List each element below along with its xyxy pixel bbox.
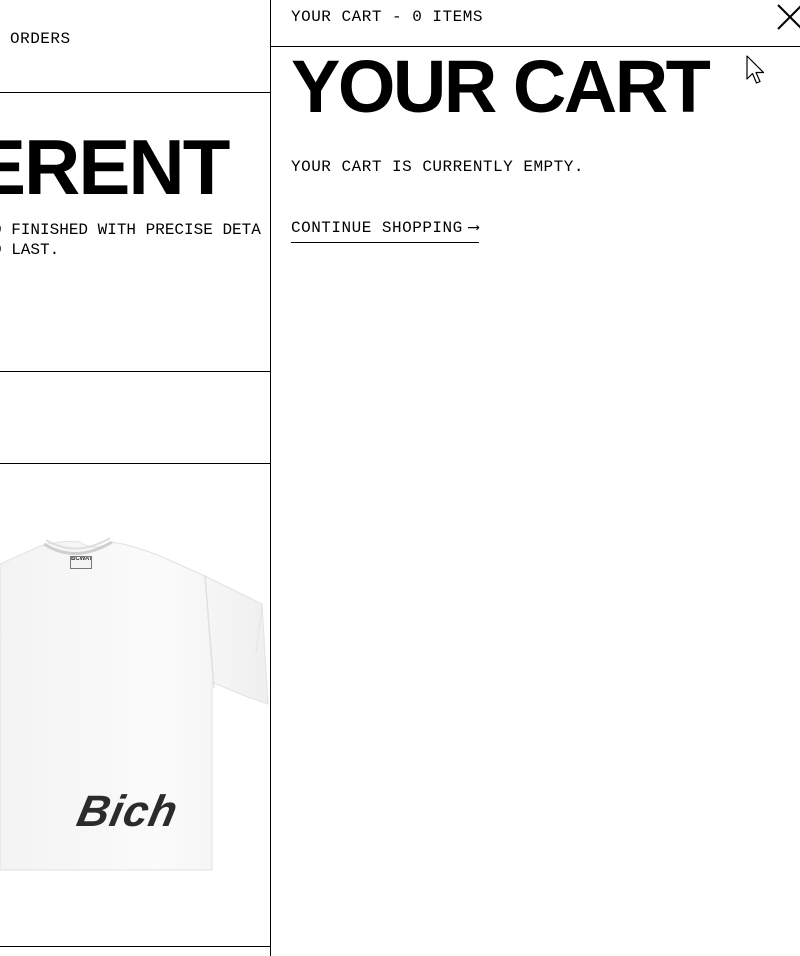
close-icon [777, 4, 800, 30]
mouse-cursor-icon [746, 55, 765, 84]
hero-headline: ERENT [0, 123, 230, 211]
brand-tag: BCWAT [70, 556, 92, 569]
orders-nav-link[interactable]: ORDERS [10, 30, 71, 48]
continue-shopping-link[interactable]: CONTINUE SHOPPING ⟶ [291, 217, 479, 243]
divider [0, 946, 270, 947]
product-image[interactable]: BCWAT Bich [0, 464, 270, 946]
cart-item-count: YOUR CART - 0 ITEMS [291, 8, 483, 26]
divider [0, 92, 270, 93]
cart-drawer-header: YOUR CART - 0 ITEMS [271, 0, 800, 47]
continue-shopping-label: CONTINUE SHOPPING [291, 219, 463, 237]
shirt-print-text: Bich [73, 790, 183, 834]
cart-title: YOUR CART [291, 45, 711, 128]
tshirt-image [0, 537, 269, 871]
cart-drawer: YOUR CART - 0 ITEMS YOUR CART YOUR CART … [270, 0, 800, 956]
cart-empty-message: YOUR CART IS CURRENTLY EMPTY. [291, 158, 584, 176]
divider [0, 371, 270, 372]
hero-description: D FINISHED WITH PRECISE DETA D LAST. [0, 220, 261, 260]
arrow-right-icon: ⟶ [468, 219, 479, 237]
hero-description-line: D LAST. [0, 241, 60, 259]
hero-description-line: D FINISHED WITH PRECISE DETA [0, 221, 261, 239]
background-page: ORDERS ERENT D FINISHED WITH PRECISE DET… [0, 0, 270, 956]
close-cart-button[interactable] [775, 2, 800, 32]
